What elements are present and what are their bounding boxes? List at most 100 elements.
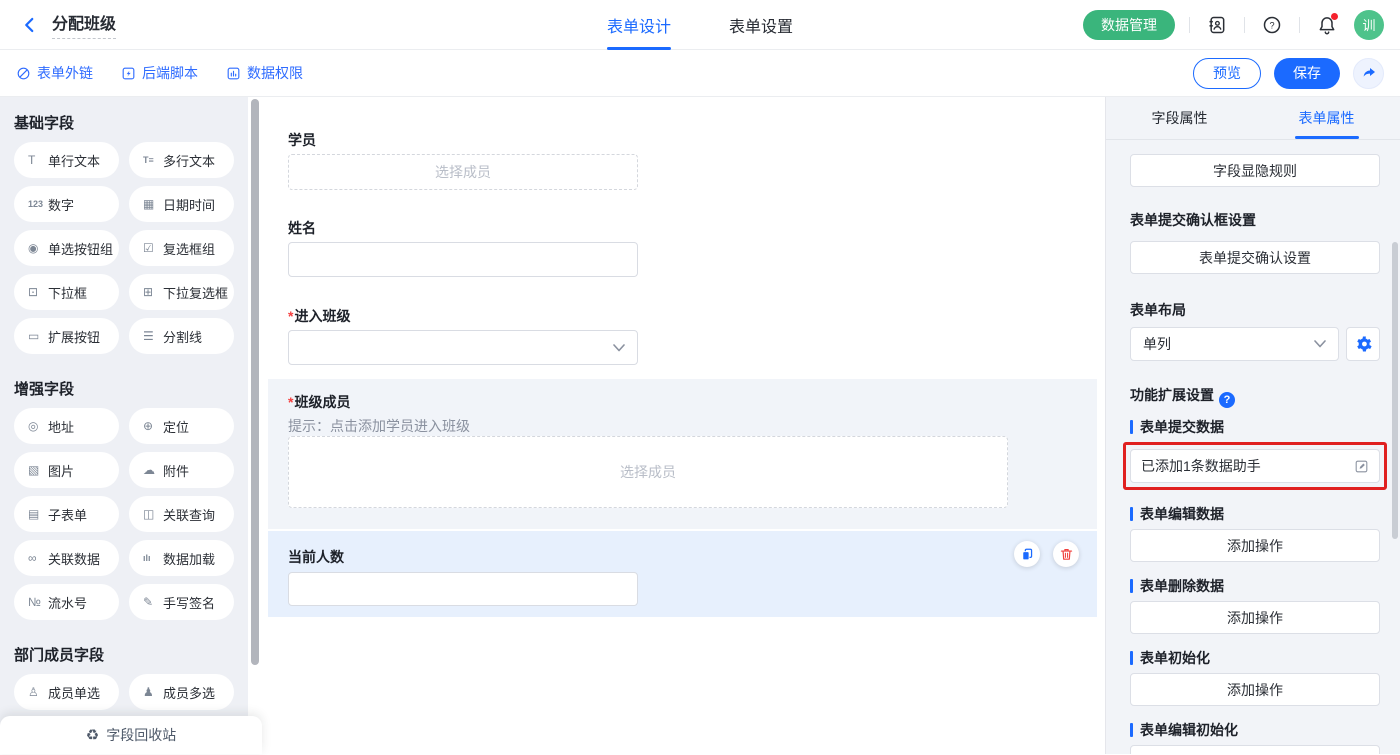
sidebar-chip-checkbox-group[interactable]: ☑复选框组	[129, 230, 234, 266]
sidebar-chip-label: 成员单选	[48, 683, 100, 702]
field-class-members-hint: 提示：点击添加学员进入班级	[288, 416, 1081, 436]
back-button[interactable]	[16, 11, 44, 39]
edit-icon	[1354, 459, 1369, 474]
field-current-count-input[interactable]	[288, 572, 638, 606]
sidebar-chip-datetime[interactable]: ▦日期时间	[129, 186, 234, 222]
field-enter-class-label: 进入班级	[294, 308, 350, 324]
sidebar-chip-address[interactable]: ◎地址	[14, 408, 119, 444]
chevron-left-icon	[21, 16, 39, 34]
tab-field-properties[interactable]: 字段属性	[1106, 97, 1253, 139]
sidebar-chip-label: 扩展按钮	[48, 327, 100, 346]
sidebar-chip-divider[interactable]: ☰分割线	[129, 318, 234, 354]
sidebar-chip-radio-group[interactable]: ◉单选按钮组	[14, 230, 119, 266]
form-submit-data-value-box[interactable]: 已添加1条数据助手	[1130, 449, 1380, 483]
linked-data-icon: ∞	[28, 551, 48, 565]
copy-icon	[1020, 547, 1035, 562]
share-arrow-icon	[1361, 65, 1377, 81]
form-layout-select[interactable]: 单列	[1130, 327, 1339, 361]
blue-bar	[1130, 579, 1133, 593]
sidebar-chip-extend-button[interactable]: ▭扩展按钮	[14, 318, 119, 354]
tab-form-properties[interactable]: 表单属性	[1253, 97, 1400, 139]
field-name[interactable]: 姓名	[262, 218, 1105, 277]
sidebar-chip-data-load[interactable]: ılı数据加载	[129, 540, 234, 576]
preview-button[interactable]: 预览	[1193, 58, 1261, 89]
delete-field-button[interactable]	[1053, 541, 1079, 567]
sidebar-chip-label: 数字	[48, 195, 74, 214]
sidebar-chip-number[interactable]: 123数字	[14, 186, 119, 222]
ext-title-form-delete-data: 表单删除数据	[1130, 576, 1380, 596]
sidebar-section-title: 基础字段	[14, 114, 234, 134]
field-student[interactable]: 学员 选择成员	[262, 130, 1105, 190]
share-button[interactable]	[1353, 58, 1384, 89]
field-visibility-rules-button[interactable]: 字段显隐规则	[1130, 154, 1380, 187]
sidebar-chip-dropdown[interactable]: ⊡下拉框	[14, 274, 119, 310]
field-class-members-label: 班级成员	[294, 394, 350, 410]
sidebar-chip-label: 子表单	[48, 505, 87, 524]
contact-book-button[interactable]	[1204, 12, 1230, 38]
copy-field-button[interactable]	[1014, 541, 1040, 567]
field-student-member-picker[interactable]: 选择成员	[288, 154, 638, 190]
field-recycle-bin-button[interactable]: ♻ 字段回收站	[0, 716, 262, 754]
tab-form-design[interactable]: 表单设计	[607, 0, 671, 50]
form-canvas: 学员 选择成员 姓名 *进入班级 *班级成员 提示：点击添加学员进入班级 选择成…	[262, 97, 1105, 754]
sidebar-scrollbar-thumb[interactable]	[251, 99, 259, 665]
sidebar-chip-serial-number[interactable]: №流水号	[14, 584, 119, 620]
field-class-members[interactable]: *班级成员 提示：点击添加学员进入班级 选择成员	[268, 379, 1097, 529]
sidebar-chip-attachment[interactable]: ☁附件	[129, 452, 234, 488]
sidebar-sections: 基础字段 T单行文本 T≡多行文本 123数字 ▦日期时间 ◉单选按钮组 ☑复选框组 ⊡下拉框…	[14, 114, 234, 754]
contact-book-icon	[1207, 15, 1227, 35]
properties-panel: 字段属性 表单属性 字段显隐规则 表单提交确认框设置 表单提交确认设置 表单布局…	[1105, 97, 1400, 754]
field-enter-class[interactable]: *进入班级	[262, 306, 1105, 365]
form-external-link-button[interactable]: 表单外链	[16, 63, 93, 83]
layout-settings-button[interactable]	[1346, 327, 1380, 361]
help-button[interactable]: ?	[1259, 12, 1285, 38]
field-enter-class-select[interactable]	[288, 330, 638, 365]
button-icon: ▭	[28, 329, 48, 343]
submit-confirm-settings-button[interactable]: 表单提交确认设置	[1130, 241, 1380, 274]
sidebar-chip-member-single[interactable]: ♙成员单选	[14, 674, 119, 710]
avatar[interactable]: 训	[1354, 10, 1384, 40]
panel-scrollbar-thumb[interactable]	[1392, 242, 1398, 539]
extension-help-icon[interactable]: ?	[1219, 392, 1235, 408]
data-manage-button[interactable]: 数据管理	[1083, 10, 1175, 40]
data-permission-button[interactable]: 数据权限	[226, 63, 303, 83]
save-button[interactable]: 保存	[1274, 58, 1340, 89]
recycle-label: 字段回收站	[106, 725, 176, 745]
edit-button[interactable]	[1354, 459, 1369, 474]
form-edit-data-add-action-button[interactable]: 添加操作	[1130, 529, 1380, 562]
notification-dot	[1331, 13, 1338, 20]
submit-confirm-heading: 表单提交确认框设置	[1130, 210, 1380, 230]
sidebar-chip-linked-data[interactable]: ∞关联数据	[14, 540, 119, 576]
sidebar-chip-member-multi[interactable]: ♟成员多选	[129, 674, 234, 710]
sidebar-chip-multi-line-text[interactable]: T≡多行文本	[129, 142, 234, 178]
sidebar-chip-location[interactable]: ⊕定位	[129, 408, 234, 444]
field-class-members-picker[interactable]: 选择成员	[288, 436, 1008, 508]
sidebar-chip-label: 定位	[163, 417, 189, 436]
field-name-input[interactable]	[288, 242, 638, 277]
form-init-add-action-button[interactable]: 添加操作	[1130, 673, 1380, 706]
sidebar-chip-label: 多行文本	[163, 151, 215, 170]
sidebar-chip-signature[interactable]: ✎手写签名	[129, 584, 234, 620]
sidebar-chip-image[interactable]: ▧图片	[14, 452, 119, 488]
form-delete-data-add-action-button[interactable]: 添加操作	[1130, 601, 1380, 634]
page-title[interactable]: 分配班级	[52, 10, 116, 39]
tab-form-settings[interactable]: 表单设置	[729, 0, 793, 50]
trash-icon	[1059, 547, 1074, 562]
blue-bar	[1130, 651, 1133, 665]
backend-script-button[interactable]: 后端脚本	[121, 63, 198, 83]
form-edit-init-add-action-button[interactable]: 添加操作	[1130, 745, 1380, 754]
sidebar-chip-subform[interactable]: ▤子表单	[14, 496, 119, 532]
sidebar-chip-single-line-text[interactable]: T单行文本	[14, 142, 119, 178]
divider	[1244, 17, 1245, 33]
sidebar-chip-linked-query[interactable]: ◫关联查询	[129, 496, 234, 532]
backend-script-label: 后端脚本	[142, 63, 198, 83]
cloud-upload-icon: ☁	[143, 463, 163, 477]
sidebar-chip-multi-dropdown[interactable]: ⊞下拉复选框	[129, 274, 234, 310]
field-current-count-selected[interactable]: 当前人数	[268, 531, 1097, 617]
field-student-label: 学员	[288, 130, 1079, 150]
divider	[1299, 17, 1300, 33]
notification-button[interactable]	[1314, 12, 1340, 38]
sidebar-chip-label: 日期时间	[163, 195, 215, 214]
sidebar-chip-label: 成员多选	[163, 683, 215, 702]
sidebar-section-title: 部门成员字段	[14, 646, 234, 666]
